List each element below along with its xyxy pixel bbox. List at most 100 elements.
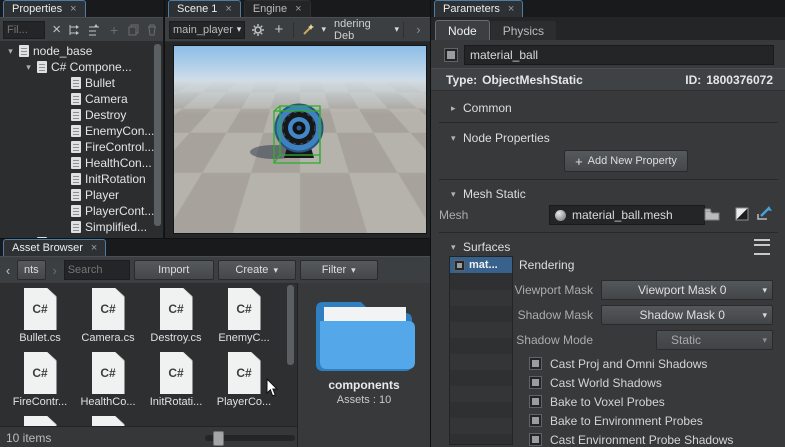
close-icon[interactable]: ×	[508, 4, 514, 14]
mesh-asset-field[interactable]: material_ball.mesh	[549, 205, 705, 225]
node-enabled-checkbox[interactable]	[444, 48, 458, 62]
item-count-label: 10 items	[6, 431, 51, 445]
asset-item[interactable]: C# HealthCo...	[75, 352, 141, 414]
scene-viewport[interactable]	[173, 45, 427, 234]
node-document-icon	[71, 173, 81, 185]
asset-grid-scrollbar[interactable]	[287, 285, 294, 365]
close-icon[interactable]: ×	[91, 243, 97, 253]
tree-item-label: FireControl...	[85, 140, 154, 154]
tab-asset-browser[interactable]: Asset Browser ×	[3, 239, 106, 256]
tree-item[interactable]: Player	[0, 187, 163, 203]
shadow-mode-dropdown[interactable]: Static ▾	[656, 330, 773, 350]
tree-item[interactable]: Bullet	[0, 75, 163, 91]
close-icon[interactable]: ×	[70, 4, 76, 14]
tree-item[interactable]: HealthCon...	[0, 155, 163, 171]
rendering-header: Rendering	[519, 256, 785, 274]
tab-engine[interactable]: Engine ×	[244, 0, 311, 17]
clone-node-icon[interactable]	[126, 21, 141, 39]
add-node-icon[interactable]: +	[107, 21, 122, 39]
toolbar-overflow-icon[interactable]: ›	[410, 21, 427, 39]
tree-scrollbar[interactable]	[154, 44, 161, 226]
checkbox[interactable]	[529, 414, 542, 427]
tree-item[interactable]: Camera	[0, 91, 163, 107]
open-asset-icon[interactable]	[756, 205, 772, 221]
tree-item[interactable]: ▾ node_base	[0, 43, 163, 59]
tab-parameters[interactable]: Parameters ×	[434, 0, 523, 17]
shadow-mask-dropdown[interactable]: Shadow Mask 0 ▾	[601, 305, 773, 325]
tab-scene-1[interactable]: Scene 1 ×	[168, 0, 241, 17]
asset-item[interactable]: C# FireContr...	[7, 352, 73, 414]
chevron-down-icon: ▾	[394, 24, 399, 35]
import-button[interactable]: Import	[134, 260, 214, 280]
expand-arrow-icon[interactable]: ▾	[24, 62, 33, 73]
search-input[interactable]	[64, 260, 130, 280]
surface-item-selected[interactable]: mat...	[450, 257, 512, 273]
asset-item[interactable]: C# Bullet.cs	[7, 288, 73, 350]
collapse-all-icon[interactable]	[87, 21, 102, 39]
shadow-option-row[interactable]: Bake to Environment Probes	[529, 413, 703, 428]
viewport-mask-dropdown[interactable]: Viewport Mask 0 ▾	[601, 280, 773, 300]
asset-item[interactable]: C# InitRotati...	[143, 352, 209, 414]
forward-icon[interactable]: ›	[50, 261, 60, 279]
tree-item[interactable]: PlayerCont...	[0, 203, 163, 219]
tab-node[interactable]: Node	[435, 20, 490, 40]
filter-button[interactable]: Filter ▾	[300, 260, 378, 280]
back-icon[interactable]: ‹	[3, 261, 13, 279]
wand-tool-icon[interactable]	[300, 21, 317, 39]
delete-node-icon[interactable]	[145, 21, 160, 39]
csharp-file-icon: C#	[228, 352, 261, 394]
tree-item-label: Bullet	[85, 76, 115, 90]
material-ball-object	[174, 46, 427, 234]
gear-icon[interactable]	[249, 21, 266, 39]
chevron-down-icon: ▾	[451, 242, 463, 253]
csharp-file-icon: C#	[24, 288, 57, 330]
asset-item[interactable]: C#	[7, 416, 73, 426]
surfaces-menu-icon[interactable]	[754, 239, 770, 255]
folder-browse-icon[interactable]	[704, 206, 720, 222]
thumbnail-size-slider[interactable]	[205, 435, 295, 441]
tree-item[interactable]: FireControl...	[0, 139, 163, 155]
slider-thumb[interactable]	[213, 431, 224, 446]
expand-arrow-icon[interactable]: ▾	[6, 46, 15, 57]
folder-tile[interactable]: components Assets : 10	[302, 287, 426, 406]
expand-all-icon[interactable]	[68, 21, 83, 39]
asset-item[interactable]: C# EnemyC...	[211, 288, 277, 350]
shadow-option-row[interactable]: Cast World Shadows	[529, 375, 662, 390]
add-new-property-button[interactable]: + Add New Property	[564, 150, 688, 172]
shadow-option-row[interactable]: Bake to Voxel Probes	[529, 394, 665, 409]
filter-input[interactable]	[3, 21, 45, 39]
asset-item[interactable]: C# Camera.cs	[75, 288, 141, 350]
rendering-debug-dropdown[interactable]: ndering Deb ▾	[334, 18, 399, 42]
close-icon[interactable]: ×	[295, 4, 301, 14]
section-mesh-static[interactable]: ▾ Mesh Static	[431, 184, 785, 204]
tab-physics[interactable]: Physics	[490, 20, 557, 40]
runtime-toggle-icon[interactable]	[734, 206, 750, 222]
checkbox[interactable]	[529, 357, 542, 370]
chevron-down-icon[interactable]: ▾	[322, 24, 327, 35]
tree-item[interactable]: Simplified...	[0, 219, 163, 235]
section-node-properties[interactable]: ▾ Node Properties	[431, 128, 785, 148]
tree-item[interactable]: EnemyCon...	[0, 123, 163, 139]
node-name-input[interactable]	[464, 45, 774, 65]
shadow-option-row[interactable]: Cast Environment Probe Shadows	[529, 432, 733, 447]
clear-filter-icon[interactable]: ×	[49, 21, 64, 39]
add-node-icon[interactable]: +	[270, 21, 287, 39]
surface-checkbox[interactable]	[454, 260, 465, 271]
tab-properties[interactable]: Properties ×	[3, 0, 86, 17]
checkbox[interactable]	[529, 433, 542, 446]
section-common[interactable]: ▸ Common	[431, 98, 785, 118]
camera-selector[interactable]: main_player ▾	[169, 21, 245, 39]
tree-item[interactable]: InitRotation	[0, 171, 163, 187]
node-document-icon	[71, 93, 81, 105]
asset-item[interactable]	[75, 416, 141, 426]
close-icon[interactable]: ×	[225, 4, 231, 14]
create-button[interactable]: Create ▾	[218, 260, 296, 280]
section-surfaces[interactable]: ▾ Surfaces	[431, 237, 785, 257]
asset-item[interactable]: C# Destroy.cs	[143, 288, 209, 350]
tree-item[interactable]: ▾ C# Compone...	[0, 59, 163, 75]
checkbox[interactable]	[529, 395, 542, 408]
shadow-option-row[interactable]: Cast Proj and Omni Shadows	[529, 356, 707, 371]
checkbox[interactable]	[529, 376, 542, 389]
breadcrumb[interactable]: nts	[17, 260, 46, 280]
tree-item[interactable]: Destroy	[0, 107, 163, 123]
